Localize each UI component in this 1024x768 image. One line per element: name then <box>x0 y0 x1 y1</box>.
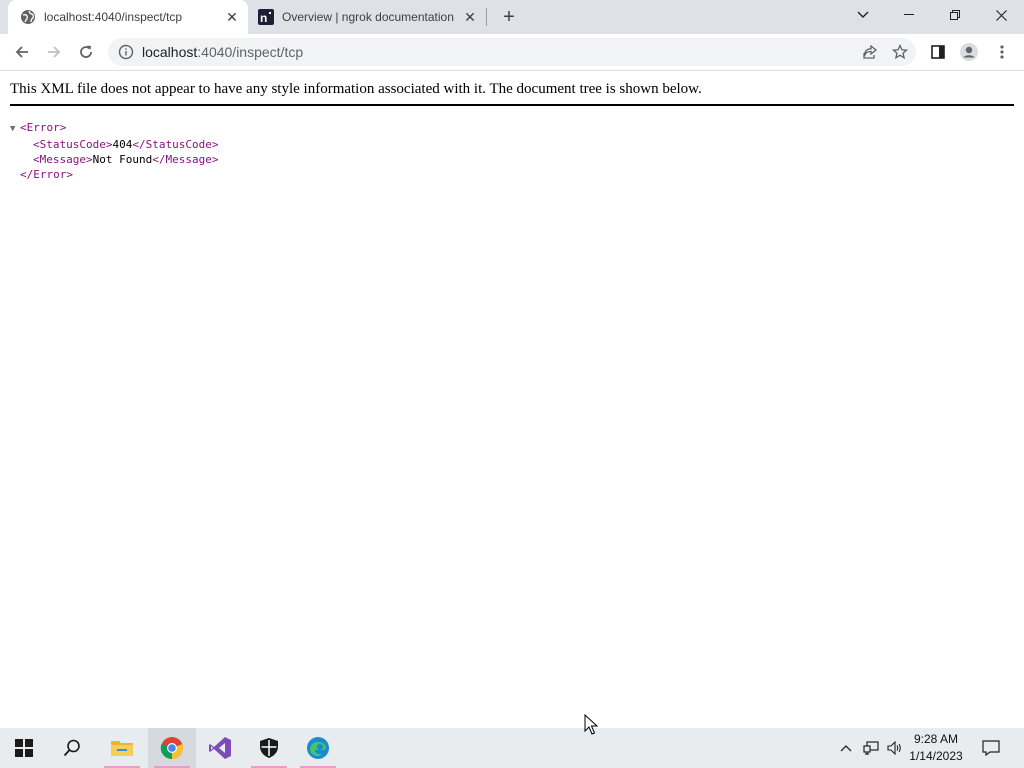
visual-studio-button[interactable] <box>196 728 244 768</box>
chevron-up-icon <box>840 745 852 752</box>
xml-tag: </StatusCode> <box>132 138 219 151</box>
notification-icon <box>982 740 1000 756</box>
notifications-button[interactable] <box>978 728 1004 768</box>
collapse-toggle-icon[interactable]: ▼ <box>10 122 20 137</box>
reload-icon <box>80 45 92 58</box>
network-button[interactable] <box>860 728 882 768</box>
tab-separator <box>486 8 487 26</box>
tab-localhost[interactable]: localhost:4040/inspect/tcp ✕ <box>8 0 248 34</box>
xml-style-notice: This XML file does not appear to have an… <box>10 81 1014 106</box>
close-icon <box>995 9 1007 21</box>
svg-text:n: n <box>260 11 267 25</box>
side-panel-button[interactable] <box>924 38 952 66</box>
browser-toolbar: localhost:4040/inspect/tcp <box>0 34 1024 71</box>
forward-button[interactable] <box>40 38 68 66</box>
xml-status-value: 404 <box>112 138 133 151</box>
network-icon <box>863 741 879 755</box>
url-text[interactable]: localhost:4040/inspect/tcp <box>142 44 856 60</box>
globe-icon <box>20 9 36 25</box>
address-bar[interactable]: localhost:4040/inspect/tcp <box>108 38 916 66</box>
taskbar-clock[interactable]: 9:28 AM 1/14/2023 <box>906 731 966 765</box>
windows-security-icon <box>260 738 278 758</box>
new-tab-button[interactable]: + <box>498 6 520 28</box>
show-hidden-icons-button[interactable] <box>836 728 856 768</box>
url-host: localhost <box>142 44 198 60</box>
file-explorer-icon <box>111 741 133 756</box>
close-icon[interactable]: ✕ <box>460 7 480 27</box>
xml-tag: <Error> <box>20 121 67 134</box>
windows-start-icon <box>15 739 33 757</box>
bookmark-star-icon[interactable] <box>886 38 914 66</box>
windows-security-button[interactable] <box>245 728 293 768</box>
side-panel-icon <box>931 45 945 59</box>
back-button[interactable] <box>8 38 36 66</box>
share-icon[interactable] <box>856 38 884 66</box>
start-button[interactable] <box>0 728 48 768</box>
xml-status-line: <StatusCode>404</StatusCode> <box>10 137 218 152</box>
reload-button[interactable] <box>72 38 100 66</box>
clock-time: 9:28 AM <box>913 732 959 746</box>
clock-date: 1/14/2023 <box>909 749 963 763</box>
tab-strip: localhost:4040/inspect/tcp ✕ n Overview … <box>0 0 1024 34</box>
info-icon[interactable] <box>118 44 134 60</box>
tab-search-button[interactable] <box>840 0 886 30</box>
chrome-button[interactable] <box>148 728 196 768</box>
edge-icon <box>307 737 329 759</box>
xml-tree: ▼ <Error> <StatusCode>404</StatusCode> <M… <box>10 120 218 182</box>
restore-icon <box>950 10 960 20</box>
visual-studio-icon <box>209 737 231 759</box>
menu-button[interactable] <box>988 38 1016 66</box>
xml-tag: </Message> <box>152 153 219 166</box>
ngrok-icon: n <box>258 9 274 25</box>
close-icon[interactable]: ✕ <box>222 7 242 27</box>
mouse-pointer-icon <box>584 713 599 741</box>
xml-root-open-line: ▼ <Error> <box>10 120 218 137</box>
close-window-button[interactable] <box>978 0 1024 30</box>
more-vert-icon <box>1000 45 1004 59</box>
volume-icon <box>887 741 901 755</box>
tab-title: Overview | ngrok documentation <box>282 10 454 24</box>
volume-button[interactable] <box>884 728 906 768</box>
minimize-button[interactable] <box>886 0 932 30</box>
avatar-icon <box>960 43 978 61</box>
xml-root-close-line: </Error> <box>10 167 218 182</box>
file-explorer-button[interactable] <box>98 728 146 768</box>
arrow-right-icon <box>48 46 61 58</box>
profile-button[interactable] <box>955 38 983 66</box>
xml-tag: </Error> <box>20 168 73 181</box>
xml-message-line: <Message>Not Found</Message> <box>10 152 218 167</box>
minimize-icon <box>904 14 914 15</box>
xml-tag: <Message> <box>33 153 93 166</box>
chrome-icon <box>160 737 184 760</box>
tab-ngrok-docs[interactable]: n Overview | ngrok documentation ✕ <box>250 0 486 34</box>
chevron-down-icon <box>857 11 869 18</box>
url-path: :4040/inspect/tcp <box>197 44 304 60</box>
search-button[interactable] <box>48 728 96 768</box>
tab-title: localhost:4040/inspect/tcp <box>44 10 183 24</box>
restore-button[interactable] <box>932 0 978 30</box>
taskbar: 9:28 AM 1/14/2023 <box>0 728 1024 768</box>
arrow-left-icon <box>15 46 28 58</box>
xml-message-value: Not Found <box>92 153 153 166</box>
search-icon <box>63 739 80 757</box>
xml-tag: <StatusCode> <box>33 138 113 151</box>
page-content: This XML file does not appear to have an… <box>0 71 1024 728</box>
edge-button[interactable] <box>294 728 342 768</box>
